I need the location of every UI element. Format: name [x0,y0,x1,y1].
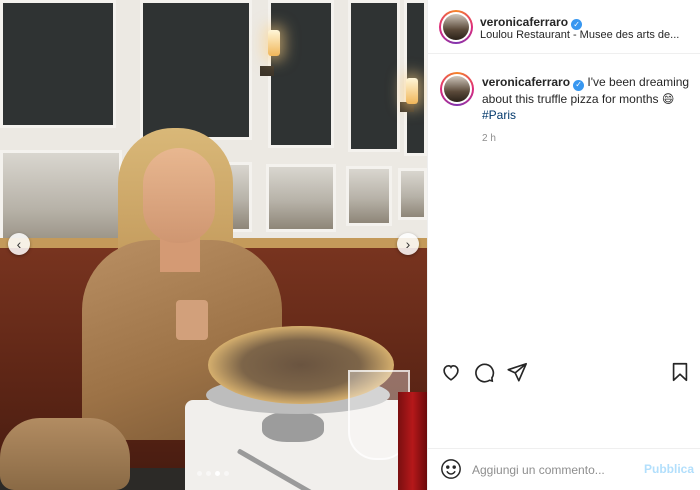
woman-face [143,148,215,243]
avatar-image [443,14,469,40]
carousel-prev-button[interactable]: ‹ [8,233,30,255]
wall-sconce [406,78,418,104]
post-side-panel: veronicaferraro ✓ Loulou Restaurant - Mus… [427,0,700,490]
caption-text: veronicaferraro ✓ I've been dreaming abou… [482,74,692,123]
publish-button[interactable]: Pubblica [644,462,694,476]
emoji-picker-button[interactable] [440,458,462,480]
carousel-dots [197,471,229,476]
share-button[interactable] [506,361,530,385]
location-link[interactable]: Loulou Restaurant - Musee des arts de... [480,29,685,41]
add-comment-bar: Pubblica [428,448,700,490]
cola-bottle [398,392,427,490]
avatar-image [444,76,470,102]
wall-panel [140,0,252,140]
avatar[interactable] [440,72,474,106]
wall-panel [268,0,334,148]
comment-bubble-icon [475,363,495,383]
heart-icon [443,365,459,381]
avatar[interactable] [439,10,473,44]
avatar-border [441,12,471,42]
verified-badge-icon: ✓ [573,79,585,91]
save-button[interactable] [669,361,693,385]
carousel-dot-active [215,471,220,476]
avatar-border [442,74,472,104]
bookmark-icon [672,362,688,382]
chevron-left-icon: ‹ [16,236,22,252]
hashtag-link[interactable]: #Paris [482,108,516,122]
wall-sconce [268,30,280,56]
wall-mirror [266,164,336,232]
wall-panel [0,0,116,128]
carousel-next-button[interactable]: › [397,233,419,255]
chevron-right-icon: › [405,236,411,252]
grinning-emoji-icon: 😄 [661,91,675,106]
post-photo[interactable]: ‹ › [0,0,427,490]
paper-plane-icon [507,362,527,382]
like-button[interactable] [440,361,464,385]
comment-button[interactable] [473,361,497,385]
handbag [0,418,130,490]
post-header: veronicaferraro ✓ Loulou Restaurant - Mus… [428,0,700,54]
comment-input[interactable] [472,460,632,480]
pizza-stand-foot [262,412,324,442]
carousel-dot [197,471,202,476]
woman-top [176,300,208,340]
smiley-icon [441,459,461,479]
post-timestamp[interactable]: 2 h [482,133,496,144]
wall-panel [348,0,400,152]
wall-sconce-arm [260,66,274,76]
wall-mirror [398,168,427,220]
carousel-dot [224,471,229,476]
username-link[interactable]: veronicaferraro [480,15,568,29]
wall-mirror [346,166,392,226]
action-bar [428,354,700,390]
caption-username-link[interactable]: veronicaferraro [482,75,570,89]
instagram-post: ‹ › veronicaferraro ✓ Loulou Restaurant -… [0,0,700,490]
carousel-dot [206,471,211,476]
